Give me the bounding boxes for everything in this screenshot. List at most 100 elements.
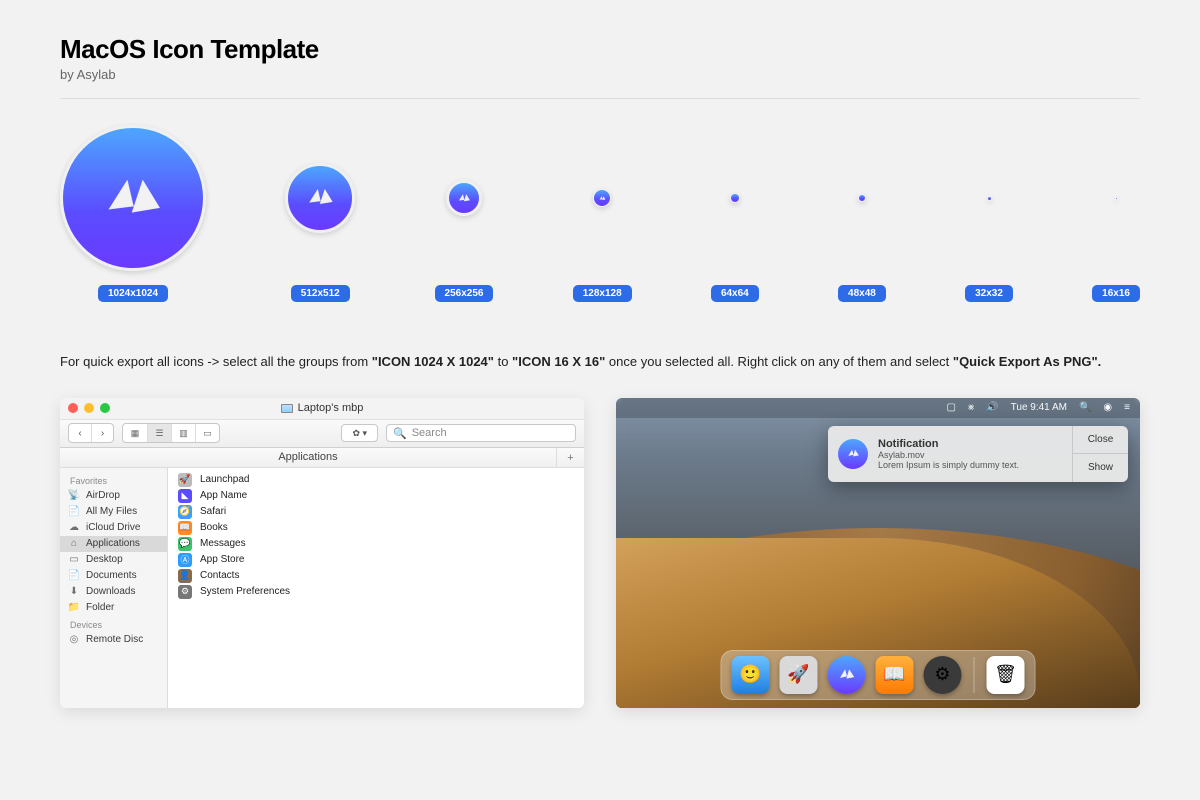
sample-app-icon [1115,197,1118,200]
list-item[interactable]: ⚙︎System Preferences [168,584,584,600]
list-item[interactable]: 💬Messages [168,536,584,552]
icon-size-64x64: 64x64 [711,123,759,302]
list-item[interactable]: 👤Contacts [168,568,584,584]
dock[interactable]: 🙂 🚀 📖 ⚙︎ 🗑 [721,650,1036,700]
sample-app-icon [987,196,992,201]
action-menu-button[interactable]: ✿ ▾ [341,424,378,442]
sidebar-item-documents[interactable]: 📄Documents [60,568,167,584]
finder-sidebar: Favorites 📡AirDrop📄All My Files☁︎iCloud … [60,468,168,708]
notification-title: Notification [878,438,1072,450]
size-badge: 512x512 [291,285,350,302]
sidebar-item-airdrop[interactable]: 📡AirDrop [60,488,167,504]
back-button[interactable]: ‹ [69,424,91,442]
dock-launchpad-icon[interactable]: 🚀 [780,656,818,694]
icon-size-row: 1024x1024 512x512 256x256 128x128 64x64 48x48… [60,123,1140,302]
notifications-icon[interactable]: ≡ [1124,402,1130,413]
sidebar-item-icon: 📁 [68,602,80,614]
icon-size-1024x1024: 1024x1024 [60,123,206,302]
dock-settings-icon[interactable]: ⚙︎ [924,656,962,694]
list-item[interactable]: 🧭Safari [168,504,584,520]
icon-size-16x16: 16x16 [1092,123,1140,302]
icon-size-32x32: 32x32 [965,123,1013,302]
volume-icon[interactable]: 🔊 [986,402,998,413]
zoom-window-icon[interactable] [100,403,110,413]
sample-app-icon [60,125,206,271]
sidebar-item-desktop[interactable]: ▭Desktop [60,552,167,568]
app-icon: ◣ [178,489,192,503]
dock-separator [974,657,975,693]
size-badge: 1024x1024 [98,285,168,302]
minimize-window-icon[interactable] [84,403,94,413]
sample-app-icon [285,163,355,233]
siri-icon[interactable]: ◉ [1103,402,1112,413]
app-icon: 👤 [178,569,192,583]
disc-icon: ◎ [68,634,80,646]
size-badge: 64x64 [711,285,759,302]
add-tab-button[interactable]: + [556,448,584,467]
airplay-icon[interactable]: ▢ [947,402,956,413]
app-icon: ⚙︎ [178,585,192,599]
dock-trash-icon[interactable]: 🗑 [987,656,1025,694]
view-gallery-icon[interactable]: ▭ [195,424,219,442]
icon-size-256x256: 256x256 [435,123,494,302]
dock-books-icon[interactable]: 📖 [876,656,914,694]
view-icon-grid-icon[interactable]: ▦ [123,424,147,442]
search-icon: 🔍 [393,427,407,440]
sample-app-icon [858,194,866,202]
sidebar-item-folder[interactable]: 📁Folder [60,600,167,616]
search-input[interactable]: 🔍 Search [386,424,576,442]
icon-size-128x128: 128x128 [573,123,632,302]
list-item[interactable]: ◣App Name [168,488,584,504]
notification-close-button[interactable]: Close [1073,426,1128,454]
sample-app-icon [730,193,740,203]
view-list-icon[interactable]: ☰ [147,424,171,442]
app-icon: 🚀 [178,473,192,487]
close-window-icon[interactable] [68,403,78,413]
sidebar-section-devices: Devices [60,616,167,632]
app-icon: Ⓐ [178,553,192,567]
forward-button[interactable]: › [91,424,113,442]
sidebar-item-icon: 📄 [68,506,80,518]
view-columns-icon[interactable]: ▥ [171,424,195,442]
sidebar-section-favorites: Favorites [60,472,167,488]
size-badge: 48x48 [838,285,886,302]
notification-subtitle: Asylab.mov [878,450,1072,460]
export-instruction: For quick export all icons -> select all… [60,352,1140,372]
notification-show-button[interactable]: Show [1073,453,1128,482]
finder-titlebar[interactable]: Laptop's mbp [60,398,584,420]
app-icon: 📖 [178,521,192,535]
dock-finder-icon[interactable]: 🙂 [732,656,770,694]
sidebar-item-all-my-files[interactable]: 📄All My Files [60,504,167,520]
sidebar-item-applications[interactable]: ⌂Applications [60,536,167,552]
app-icon: 🧭 [178,505,192,519]
finder-window: Laptop's mbp ‹ › ▦ ☰ ▥ ▭ ✿ ▾ 🔍 Search [60,398,584,708]
spotlight-icon[interactable]: 🔍 [1079,402,1091,413]
sidebar-item-downloads[interactable]: ⬇︎Downloads [60,584,167,600]
sample-app-icon [446,180,482,216]
icon-size-48x48: 48x48 [838,123,886,302]
app-icon: 💬 [178,537,192,551]
wifi-icon[interactable]: ⨳ [968,402,974,413]
size-badge: 16x16 [1092,285,1140,302]
size-badge: 256x256 [435,285,494,302]
finder-window-title: Laptop's mbp [298,402,364,414]
page-title: MacOS Icon Template [60,34,1140,65]
laptop-icon [281,404,293,413]
notification-app-icon [838,439,868,469]
menubar[interactable]: ▢ ⨳ 🔊 Tue 9:41 AM 🔍 ◉ ≡ [616,398,1140,418]
size-badge: 128x128 [573,285,632,302]
sidebar-item-icon: ⌂ [68,538,80,550]
dock-appname-icon[interactable] [828,656,866,694]
search-placeholder: Search [412,427,447,439]
sidebar-item-icon: ▭ [68,554,80,566]
list-item[interactable]: 📖Books [168,520,584,536]
finder-path[interactable]: Applications [60,451,556,463]
sidebar-item-icloud-drive[interactable]: ☁︎iCloud Drive [60,520,167,536]
list-item[interactable]: 🚀Launchpad [168,472,584,488]
menubar-time[interactable]: Tue 9:41 AM [1011,402,1067,413]
sample-app-icon [593,189,611,207]
notification-banner[interactable]: Notification Asylab.mov Lorem Ipsum is s… [828,426,1128,482]
page-subtitle: by Asylab [60,67,1140,82]
sidebar-item-remote-disc[interactable]: ◎Remote Disc [60,632,167,648]
list-item[interactable]: ⒶApp Store [168,552,584,568]
